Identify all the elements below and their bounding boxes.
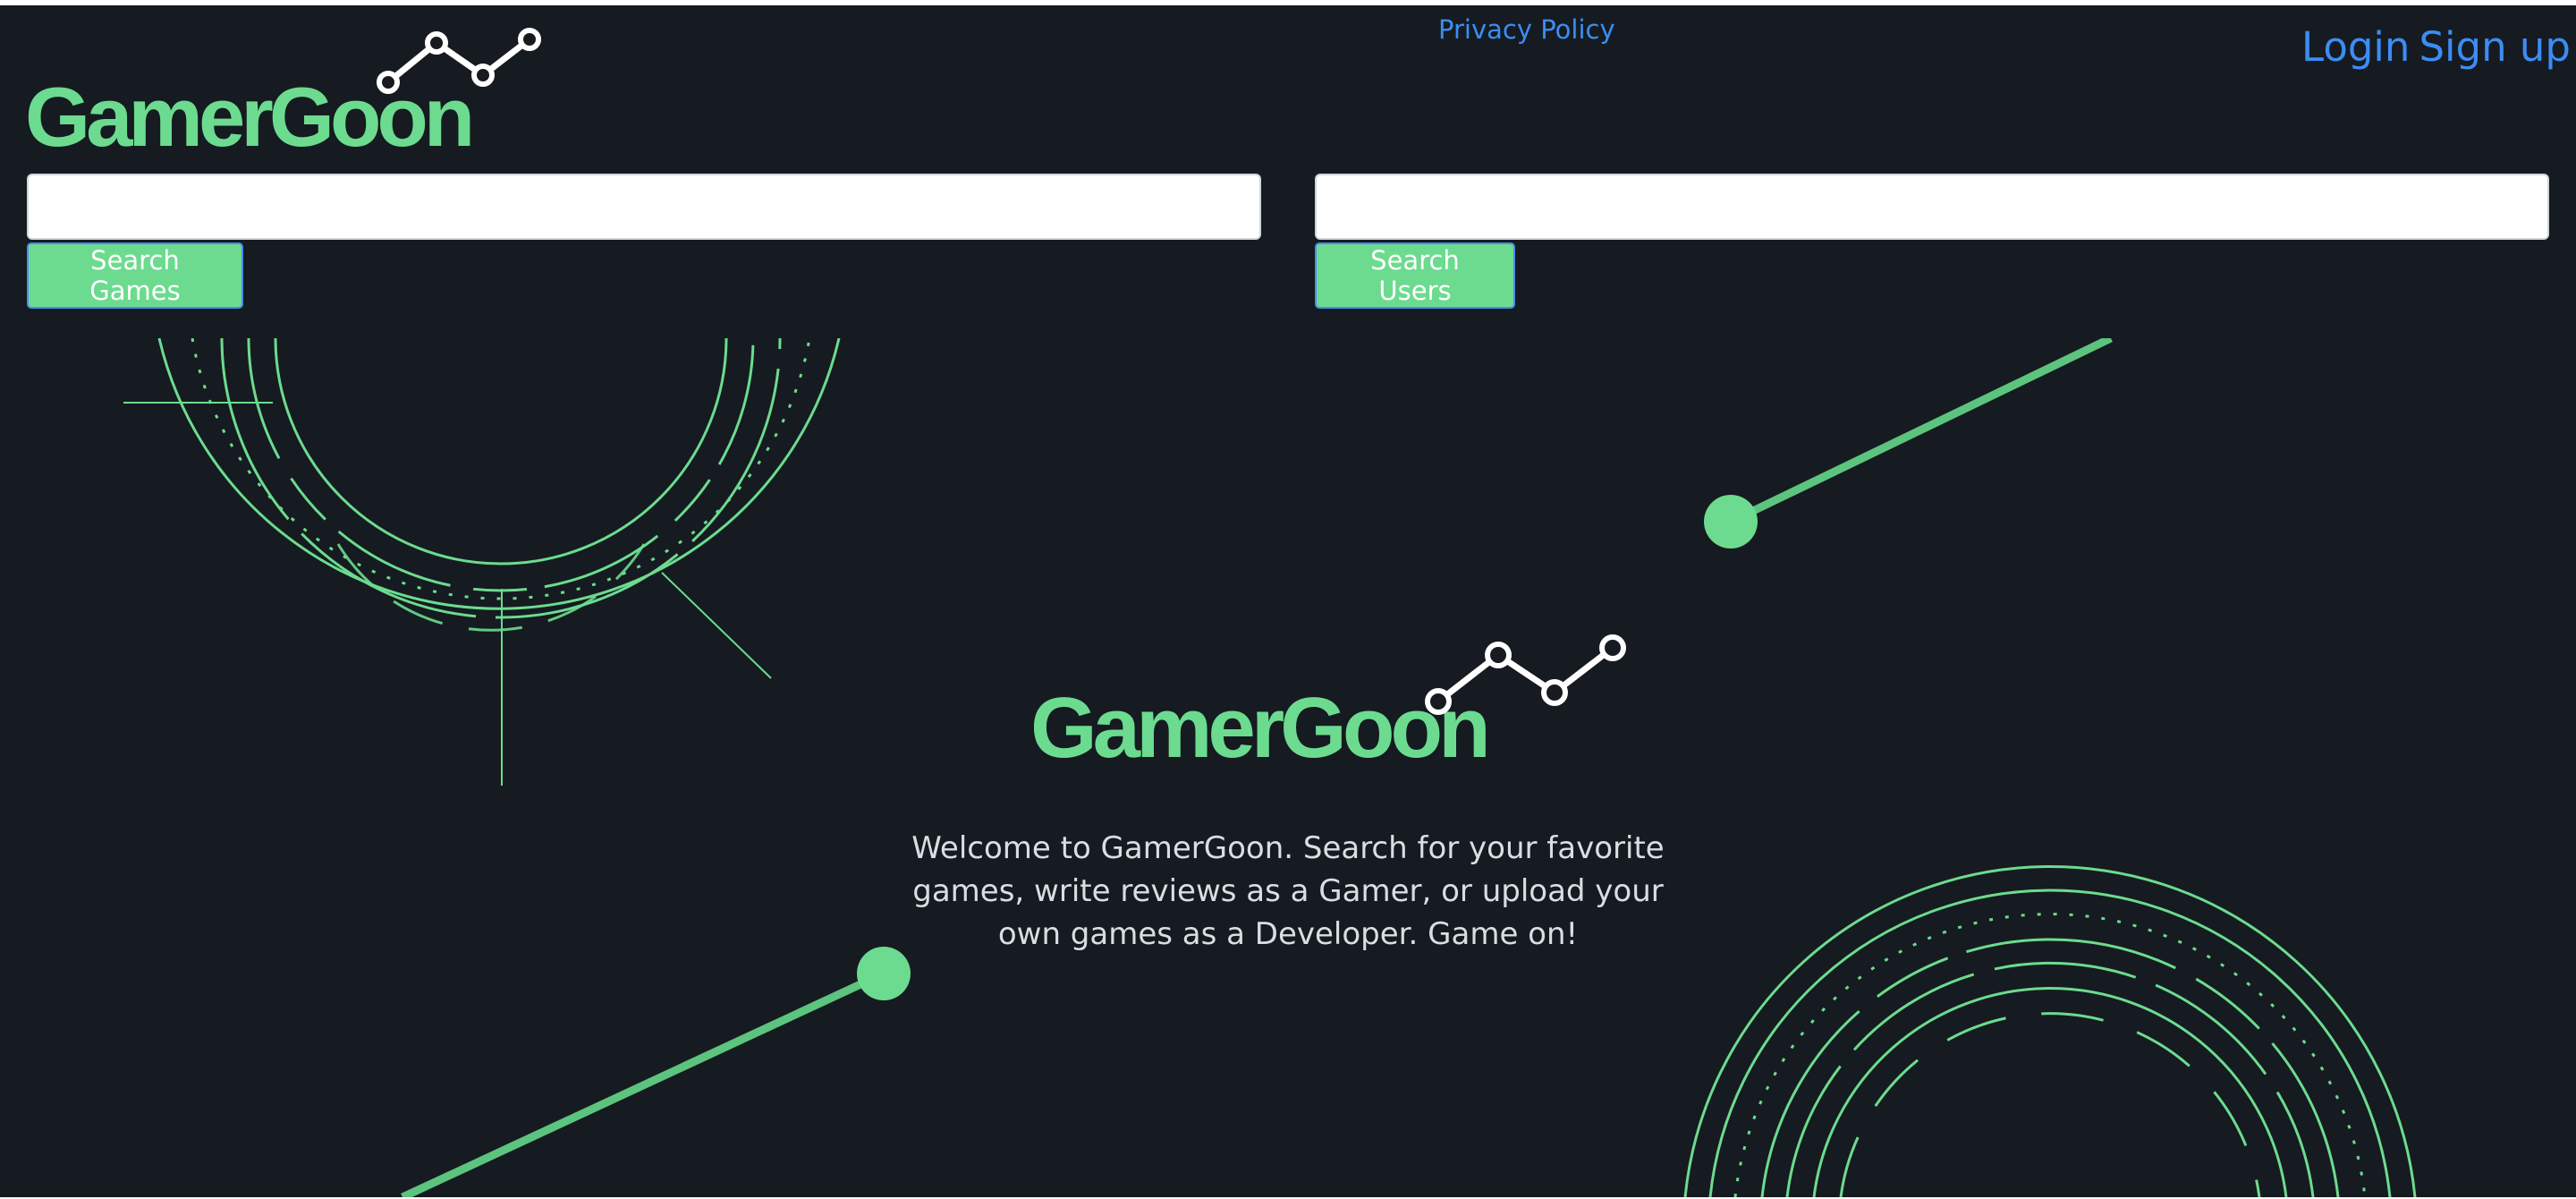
search-games-input[interactable] xyxy=(27,174,1261,240)
line-dot-ornament-icon xyxy=(1704,338,2113,548)
signup-link[interactable]: Sign up xyxy=(2419,23,2571,71)
hero-logo: GamerGoon xyxy=(1029,623,1655,775)
search-users-input[interactable] xyxy=(1315,174,2549,240)
logo-graph-icon xyxy=(1425,634,1626,715)
search-games-button[interactable]: Search Games xyxy=(27,242,243,309)
header-logo[interactable]: GamerGoon xyxy=(23,23,560,159)
welcome-text: Welcome to GamerGoon. Search for your fa… xyxy=(911,830,1665,952)
privacy-policy-link[interactable]: Privacy Policy xyxy=(1438,14,1615,45)
login-link[interactable]: Login xyxy=(2301,23,2410,71)
auth-links: Login Sign up xyxy=(2292,23,2571,71)
ring-ornament-icon xyxy=(1683,864,2417,1197)
app-background: GamerGoon Privacy Policy Login Sign up Se… xyxy=(0,5,2576,1197)
ring-ornament-icon xyxy=(123,338,841,786)
search-users-button[interactable]: Search Users xyxy=(1315,242,1515,309)
logo-graph-icon xyxy=(377,28,541,94)
line-dot-ornament-icon xyxy=(401,947,911,1197)
